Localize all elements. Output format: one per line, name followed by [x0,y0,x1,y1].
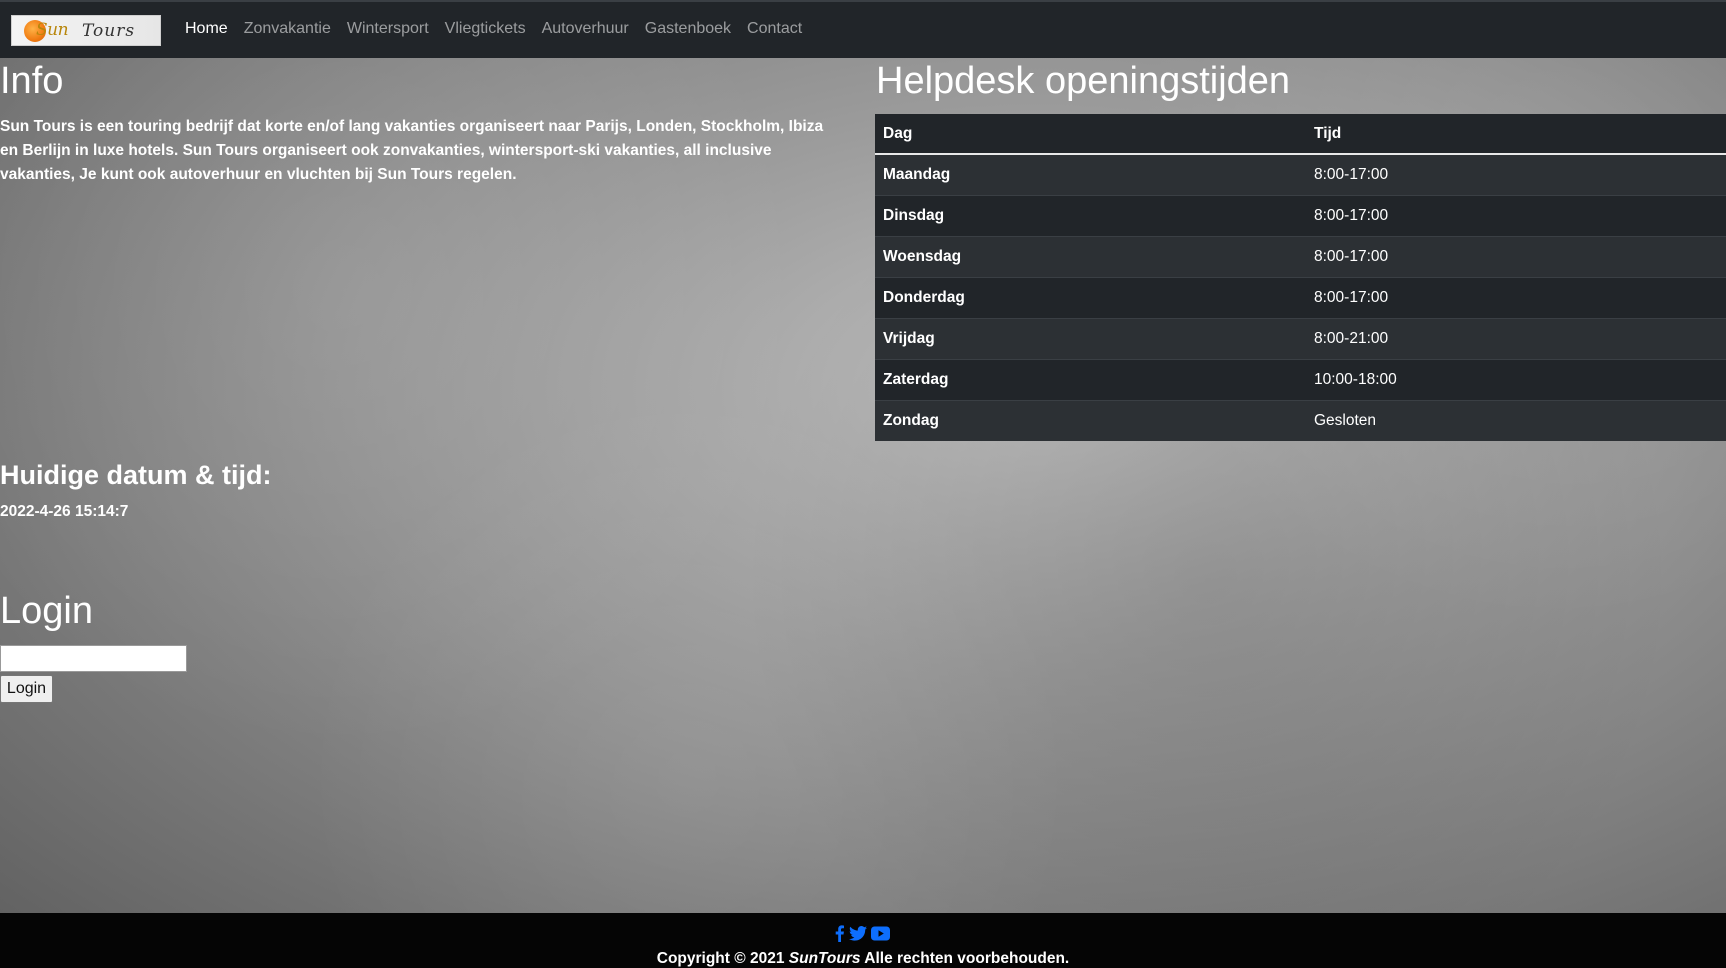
brand-logo[interactable]: Sun Tours [11,15,161,46]
day-cell: Donderdag [875,276,1306,318]
column-header-day: Dag [875,114,1306,155]
table-row: Donderdag 8:00-17:00 [875,276,1726,318]
copyright-prefix: Copyright © 2021 [656,950,789,967]
time-cell: 8:00-17:00 [1306,153,1726,195]
nav-links: Home Zonvakantie Wintersport Vliegticket… [185,20,818,38]
day-cell: Zondag [875,399,1306,441]
login-heading: Login [0,590,93,632]
table-row: Vrijdag 8:00-21:00 [875,317,1726,359]
time-cell: 8:00-17:00 [1306,235,1726,277]
login-input[interactable] [0,645,187,672]
footer: Copyright © 2021 SunTours Alle rechten v… [0,913,1726,968]
navbar: Sun Tours Home Zonvakantie Wintersport V… [0,0,1726,58]
datetime-value: 2022-4-26 15:14:7 [0,503,129,520]
brand-sun-word: Sun [36,20,69,40]
table-row: Zondag Gesloten [875,399,1726,441]
day-cell: Vrijdag [875,317,1306,359]
nav-link-zonvakantie[interactable]: Zonvakantie [244,20,331,38]
info-text: Sun Tours is een touring bedrijf dat kor… [0,118,824,183]
nav-link-contact[interactable]: Contact [747,20,802,38]
time-cell: 10:00-18:00 [1306,358,1726,400]
copyright-brand: SunTours [788,950,861,967]
info-heading: Info [0,60,64,102]
datetime-heading: Huidige datum & tijd: [0,460,272,490]
day-cell: Dinsdag [875,194,1306,236]
day-cell: Zaterdag [875,358,1306,400]
nav-link-gastenboek[interactable]: Gastenboek [645,20,731,38]
youtube-icon[interactable] [871,925,890,947]
day-cell: Maandag [875,153,1306,195]
nav-link-vliegtickets[interactable]: Vliegtickets [445,20,526,38]
copyright-text: Copyright © 2021 SunTours Alle rechten v… [0,950,1726,968]
facebook-icon[interactable] [834,925,845,947]
table-header-row: Dag Tijd [875,114,1726,155]
time-cell: 8:00-21:00 [1306,317,1726,359]
social-links [834,925,890,947]
nav-link-home[interactable]: Home [185,20,228,38]
brand-tours-word: Tours [82,21,136,41]
copyright-suffix: Alle rechten voorbehouden. [860,950,1070,967]
table-row: Zaterdag 10:00-18:00 [875,358,1726,400]
time-cell: 8:00-17:00 [1306,194,1726,236]
table-row: Woensdag 8:00-17:00 [875,235,1726,277]
twitter-icon[interactable] [849,925,867,947]
table-row: Dinsdag 8:00-17:00 [875,194,1726,236]
helpdesk-heading: Helpdesk openingstijden [876,60,1291,102]
day-cell: Woensdag [875,235,1306,277]
table-row: Maandag 8:00-17:00 [875,153,1726,195]
nav-link-wintersport[interactable]: Wintersport [347,20,429,38]
nav-link-autoverhuur[interactable]: Autoverhuur [542,20,629,38]
time-cell: 8:00-17:00 [1306,276,1726,318]
time-cell: Gesloten [1306,399,1726,441]
helpdesk-hours-table: Dag Tijd Maandag 8:00-17:00 Dinsdag 8:00… [875,114,1726,441]
column-header-time: Tijd [1306,114,1726,155]
login-button[interactable]: Login [0,675,53,703]
